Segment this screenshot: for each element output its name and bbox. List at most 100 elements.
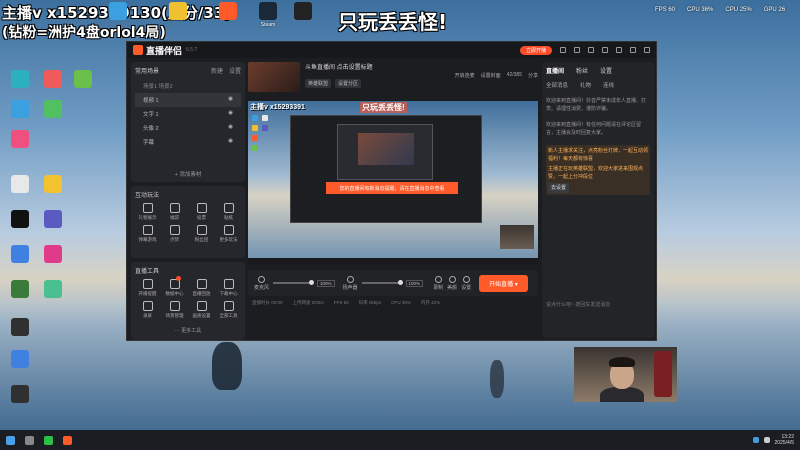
scene-settings-button[interactable]: 设置 (229, 66, 241, 75)
scenes-panel: 常用场景 新建 设置 场景1 场景2 视频 1 ◉ 文字 1 ◉ 头像 2 ◉ 字幕 ◉ … (131, 62, 245, 182)
network-icon[interactable] (752, 437, 759, 443)
desktop-icon[interactable] (210, 2, 246, 22)
interaction-tool[interactable]: 福袋 (162, 203, 187, 221)
desktop-icon[interactable] (2, 385, 38, 405)
share-button[interactable]: 分享 (528, 72, 538, 79)
scene-item[interactable]: 头像 2 ◉ (135, 121, 241, 135)
co-host-button[interactable]: 开启连麦 (455, 72, 475, 79)
mic-volume-slider[interactable] (273, 280, 315, 285)
live-now-button[interactable]: 立即开播 (519, 45, 552, 55)
add-source-button[interactable]: + 添加素材 (135, 167, 241, 181)
search-icon[interactable] (25, 435, 34, 445)
stream-preview[interactable]: 主播v x15293391 只玩丢丢怪! 您的直播间有新消息提醒，请在直播消息中… (248, 101, 538, 264)
start-live-button[interactable]: 开始直播 ▾ (479, 274, 528, 292)
desktop-icon[interactable] (2, 175, 38, 195)
settings-icon[interactable] (588, 47, 594, 53)
preview-nested-inner2 (358, 133, 414, 165)
preview-overlay-text: 主播v x15293391 (250, 104, 305, 111)
interaction-tool[interactable]: 弹幕游戏 (135, 225, 160, 243)
scene-item[interactable]: 文字 1 ◉ (135, 107, 241, 121)
app-icon (44, 70, 62, 88)
interaction-tool[interactable]: 粉丝团 (189, 225, 214, 243)
new-scene-button[interactable]: 新建 (211, 66, 223, 75)
desktop-icon[interactable] (2, 100, 38, 120)
app-icon (11, 385, 29, 403)
desktop-icon[interactable] (35, 210, 71, 230)
subtab-gifts[interactable]: 礼物 (580, 81, 591, 89)
utility-tool[interactable]: 数据中心 (162, 276, 187, 297)
desktop-icon[interactable] (2, 318, 38, 338)
settings-button[interactable]: 设置 (461, 275, 471, 291)
webcam-hair (609, 357, 635, 367)
notification-dialog[interactable]: 您的直播间有新消息提醒，请在直播消息中查看 (326, 182, 458, 194)
stream-title[interactable]: 斗鱼直播间 点击设置标题 (305, 62, 450, 71)
desktop-icon[interactable] (2, 280, 38, 300)
live-app-taskbar-icon[interactable] (63, 435, 72, 445)
beauty-button[interactable]: 美颜 (447, 275, 457, 291)
category-tag[interactable]: 英雄联盟 (305, 79, 332, 88)
desktop-icon[interactable] (65, 70, 101, 90)
desktop-icon[interactable] (2, 210, 38, 230)
utility-tool[interactable]: 场景管理 (162, 301, 187, 319)
desktop-icon[interactable] (2, 70, 38, 90)
utilities-title: 直播工具 (135, 269, 160, 275)
speaker-toggle[interactable]: 扬声器 (343, 275, 358, 291)
interaction-tool[interactable]: 更多玩法 (216, 225, 241, 243)
message-icon[interactable] (560, 47, 566, 53)
interaction-tool[interactable]: 投票 (189, 203, 214, 221)
desktop-icon[interactable] (35, 100, 71, 120)
desktop-icon[interactable]: Steam (250, 2, 286, 28)
maximize-icon[interactable] (630, 47, 636, 53)
desktop-icon[interactable] (160, 2, 196, 22)
preview-desktop-icon (252, 145, 258, 151)
scene-tabs[interactable]: 场景1 场景2 (135, 79, 241, 93)
subtab-link[interactable]: 连线 (603, 81, 614, 89)
tab-settings[interactable]: 设置 (600, 66, 612, 75)
cover-thumbnail[interactable] (248, 62, 300, 92)
interaction-tool[interactable]: 礼物展示 (135, 203, 160, 221)
interaction-tool[interactable]: 贴纸 (216, 203, 241, 221)
close-icon[interactable] (644, 47, 650, 53)
desktop-icon[interactable] (35, 245, 71, 265)
utility-tool[interactable]: 开播提醒 (135, 279, 160, 297)
utility-tool[interactable]: 画质设置 (189, 301, 214, 319)
record-button[interactable]: 录制 (433, 275, 443, 291)
desktop-icon[interactable] (2, 245, 38, 265)
gpu-stat: GPU 26 (763, 7, 786, 13)
desktop-icon[interactable] (35, 175, 71, 195)
utility-tool[interactable]: 全部工具 (216, 301, 241, 319)
subtab-all-messages[interactable]: 全部消息 (546, 81, 568, 89)
tool-icon (223, 203, 234, 213)
app-icon (11, 210, 29, 228)
volume-icon[interactable] (763, 437, 770, 443)
scene-item[interactable]: 视频 1 ◉ (135, 93, 241, 107)
app-taskbar-icon[interactable] (44, 435, 53, 445)
desktop-icon[interactable] (285, 2, 321, 22)
minimize-icon[interactable] (616, 47, 622, 53)
menu-icon[interactable] (602, 47, 608, 53)
more-tools-link[interactable]: ··· 更多工具 (135, 327, 241, 334)
desktop-icon[interactable] (35, 280, 71, 300)
speaker-volume-slider[interactable] (361, 280, 403, 285)
app-icon (11, 100, 29, 118)
scene-item[interactable]: 字幕 ◉ (135, 135, 241, 149)
headset-icon[interactable] (574, 47, 580, 53)
chat-input[interactable]: 说点什么吧~ 按回车发送消息 (546, 301, 610, 308)
scenes-title[interactable]: 常用场景 (135, 66, 159, 75)
desktop-icon[interactable] (2, 130, 38, 150)
desktop-icon[interactable] (2, 350, 38, 370)
set-cover-button[interactable]: 设置封面 (481, 72, 501, 79)
category-set-tag[interactable]: 设置分区 (335, 79, 362, 88)
windows-start-icon[interactable] (6, 435, 15, 445)
app-icon (74, 70, 92, 88)
mic-toggle[interactable]: 麦克风 (254, 275, 269, 291)
go-settings-button[interactable]: 去设置 (548, 183, 570, 193)
tab-fans[interactable]: 粉丝 (576, 66, 588, 75)
utility-tool[interactable]: 直播回放 (189, 279, 214, 297)
interaction-tool[interactable]: 点赞 (162, 225, 187, 243)
utility-tool[interactable]: 下载中心 (216, 279, 241, 297)
utility-tool[interactable]: 录屏 (135, 301, 160, 319)
desktop-icon[interactable] (100, 2, 136, 22)
tab-live-room[interactable]: 直播间 (546, 66, 564, 75)
taskbar-clock[interactable]: 13:22 2025/4/5 (775, 434, 794, 446)
